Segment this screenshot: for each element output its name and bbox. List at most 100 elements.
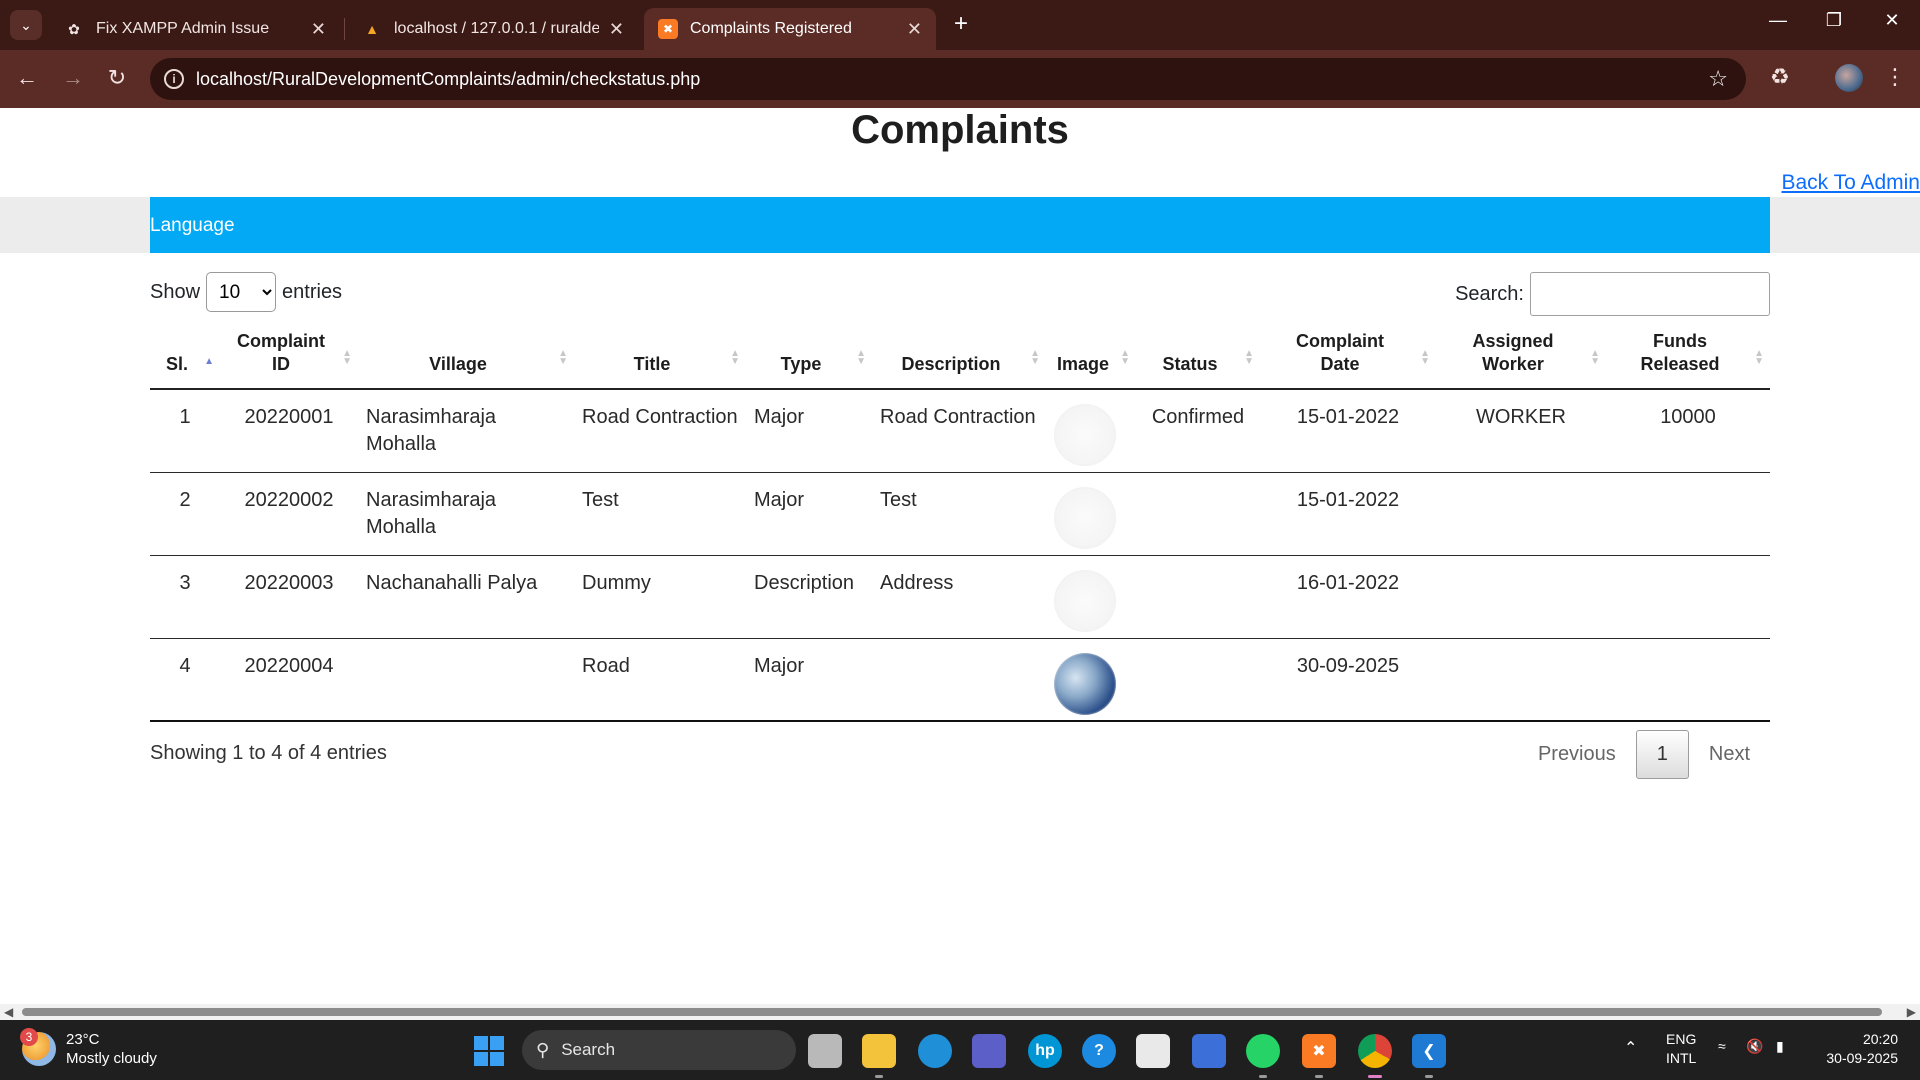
weather-desc: Mostly cloudy	[66, 1050, 157, 1067]
chess-icon[interactable]	[1192, 1034, 1226, 1068]
cell-sl: 4	[150, 638, 220, 722]
edge-icon[interactable]	[918, 1034, 952, 1068]
scrollbar-thumb[interactable]	[22, 1008, 1882, 1016]
close-window-icon[interactable]: ✕	[1872, 10, 1912, 31]
vscode-icon[interactable]: ❮	[1412, 1034, 1446, 1078]
column-header-title[interactable]: Title ▲ ▼	[574, 322, 746, 390]
column-header-assigned-worker[interactable]: Assigned Worker ▲ ▼	[1436, 322, 1606, 390]
phpmyadmin-icon: ▲	[365, 21, 379, 37]
xampp-icon: ✖	[658, 19, 678, 39]
complaint-image-thumbnail[interactable]	[1054, 569, 1116, 632]
show-hidden-icons-chevron-icon[interactable]: ⌃	[1624, 1038, 1637, 1058]
column-header-sl[interactable]: Sl. ▲	[150, 322, 220, 390]
battery-icon[interactable]: ▮	[1776, 1038, 1784, 1055]
minimize-icon[interactable]: —	[1758, 10, 1798, 31]
column-header-image[interactable]: Image ▲ ▼	[1046, 322, 1136, 390]
file-explorer-icon[interactable]	[862, 1034, 896, 1078]
cell-status	[1136, 638, 1260, 722]
whatsapp-icon[interactable]	[1246, 1034, 1280, 1078]
kebab-menu-icon[interactable]: ⋮	[1884, 64, 1906, 90]
back-to-admin-link[interactable]: Back To Admin	[1781, 171, 1920, 195]
complaint-image-thumbnail[interactable]	[1054, 486, 1116, 549]
complaint-image-thumbnail[interactable]	[1054, 652, 1116, 715]
xampp-taskbar-icon[interactable]: ✖	[1302, 1034, 1336, 1078]
column-header-village[interactable]: Village ▲ ▼	[358, 322, 574, 390]
task-view-icon[interactable]	[808, 1034, 842, 1068]
search-icon: ⚲	[536, 1039, 550, 1060]
sort-both-icon: ▲ ▼	[1754, 348, 1764, 367]
teams-icon[interactable]	[972, 1034, 1006, 1068]
sort-both-icon: ▲ ▼	[1420, 348, 1430, 367]
scroll-left-icon[interactable]: ◀	[4, 1004, 13, 1020]
chrome-icon[interactable]	[1358, 1034, 1392, 1078]
next-page-button[interactable]: Next	[1689, 733, 1770, 776]
complaint-image-thumbnail[interactable]	[1054, 404, 1116, 466]
help-icon[interactable]: ?	[1082, 1034, 1116, 1068]
new-tab-icon[interactable]: +	[948, 12, 974, 38]
horizontal-scrollbar[interactable]: ◀ ▶	[0, 1004, 1920, 1020]
sort-ascending-icon: ▲	[204, 356, 214, 367]
close-tab-icon[interactable]: ✕	[609, 19, 624, 40]
column-header-funds-released[interactable]: Funds Released ▲ ▼	[1606, 322, 1770, 390]
table-info: Showing 1 to 4 of 4 entries	[150, 742, 387, 764]
wifi-icon[interactable]: ≈	[1718, 1038, 1726, 1054]
tab-search-chevron-icon[interactable]: ⌄	[10, 10, 42, 40]
tab-phpmyadmin[interactable]: ▲ localhost / 127.0.0.1 / ruraldeve ✕	[348, 8, 638, 50]
column-header-description[interactable]: Description ▲ ▼	[872, 322, 1046, 390]
extensions-puzzle-icon[interactable]: ♻	[1770, 64, 1790, 90]
sort-both-icon: ▲ ▼	[1590, 348, 1600, 367]
column-header-label: Complaint	[237, 331, 325, 351]
weather-widget[interactable]: 3 23°C Mostly cloudy	[20, 1028, 157, 1068]
system-clock[interactable]: 20:20 30-09-2025	[1826, 1030, 1898, 1068]
column-header-label: Image	[1056, 354, 1110, 374]
weather-cloud-icon: 3	[20, 1028, 56, 1066]
table-row: 1 20220001 Narasimharaja Mohalla Road Contr…	[150, 389, 1770, 473]
previous-page-button[interactable]: Previous	[1518, 733, 1636, 776]
hp-icon[interactable]: hp	[1028, 1034, 1062, 1068]
address-bar[interactable]: i localhost/RuralDevelopmentComplaints/a…	[150, 58, 1746, 100]
openai-icon: ✿	[68, 20, 80, 37]
solitaire-icon[interactable]	[1136, 1034, 1170, 1068]
back-arrow-icon[interactable]: ←	[14, 66, 40, 92]
page-title: Complaints	[851, 108, 1069, 152]
profile-avatar[interactable]	[1835, 64, 1863, 92]
column-header-complaint-id[interactable]: Complaint ID ▲ ▼	[220, 322, 358, 390]
taskbar-search-label: Search	[561, 1040, 616, 1059]
column-header-label: Sl.	[165, 354, 188, 374]
cell-type: Major	[746, 472, 872, 556]
windows-start-icon[interactable]	[474, 1036, 504, 1066]
language-bar[interactable]: Language	[150, 197, 1770, 253]
page-size-select[interactable]: 102550100	[206, 272, 277, 312]
restore-icon[interactable]: ❐	[1814, 10, 1854, 31]
cell-description: Test	[872, 472, 1046, 556]
close-tab-icon[interactable]: ✕	[907, 19, 922, 40]
taskbar-search[interactable]: ⚲ Search	[522, 1030, 796, 1070]
site-info-icon[interactable]: i	[164, 69, 184, 89]
tab-complaints-registered[interactable]: ✖ Complaints Registered ✕	[644, 8, 936, 50]
page-1-button[interactable]: 1	[1635, 730, 1689, 779]
entries-length-control: Show 102550100 entries	[150, 272, 342, 312]
table-search: Search:	[1455, 272, 1770, 316]
column-header-type[interactable]: Type ▲ ▼	[746, 322, 872, 390]
column-header-complaint-date[interactable]: Complaint Date ▲ ▼	[1260, 322, 1436, 390]
cell-id: 20220004	[220, 638, 358, 722]
cell-village	[358, 638, 574, 722]
cell-description	[872, 638, 1046, 722]
tab-fix-xampp[interactable]: ✿ Fix XAMPP Admin Issue ✕	[50, 8, 340, 50]
close-tab-icon[interactable]: ✕	[311, 19, 326, 40]
tab-divider	[344, 18, 345, 40]
forward-arrow-icon[interactable]: →	[60, 66, 86, 92]
sort-both-icon: ▲ ▼	[1120, 348, 1130, 367]
cell-village: Nachanahalli Palya	[358, 555, 574, 639]
column-header-label: Title	[633, 354, 671, 374]
input-language-indicator[interactable]: ENG INTL	[1666, 1030, 1696, 1068]
scroll-right-icon[interactable]: ▶	[1907, 1004, 1916, 1020]
column-header-status[interactable]: Status ▲ ▼	[1136, 322, 1260, 390]
cell-title: Road	[574, 638, 746, 722]
bookmark-star-icon[interactable]: ☆	[1708, 66, 1728, 92]
clock-date: 30-09-2025	[1826, 1050, 1898, 1066]
cell-description: Address	[872, 555, 1046, 639]
reload-icon[interactable]: ↻	[104, 66, 130, 92]
speaker-muted-icon[interactable]: 🔇	[1746, 1038, 1763, 1055]
search-input[interactable]	[1530, 272, 1770, 316]
